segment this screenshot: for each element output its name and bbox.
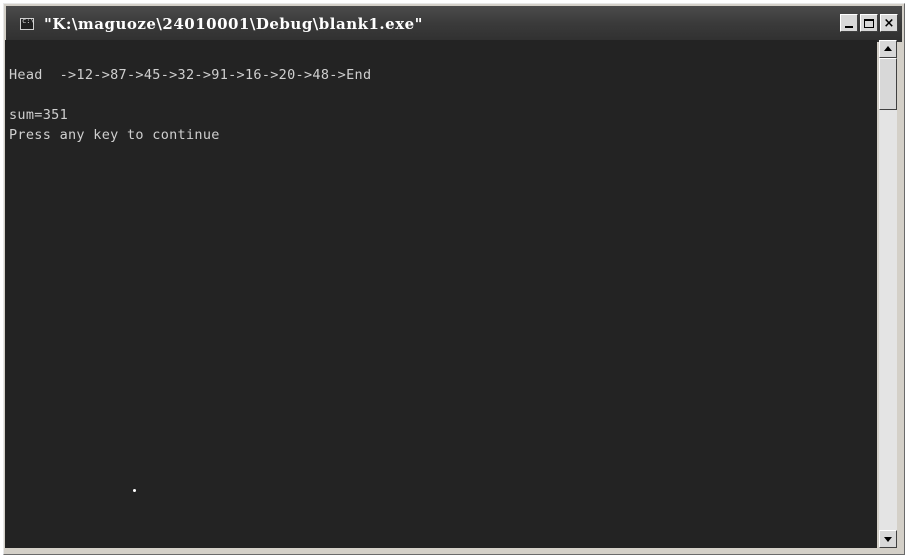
window-title: "K:\maguoze\24010001\Debug\blank1.exe" [44, 15, 423, 33]
arrow-down-icon [884, 537, 892, 542]
title-bar[interactable]: "K:\maguoze\24010001\Debug\blank1.exe" × [6, 6, 902, 42]
maximize-button[interactable] [860, 14, 878, 32]
close-button[interactable]: × [880, 14, 898, 32]
text-cursor [133, 489, 136, 492]
close-icon: × [883, 15, 895, 31]
console-icon[interactable] [20, 17, 35, 30]
minimize-icon [845, 26, 853, 28]
console-line-sum: sum=351 [9, 107, 68, 123]
minimize-button[interactable] [840, 14, 858, 32]
window-controls: × [840, 14, 898, 32]
console-output[interactable]: Head ->12->87->45->32->91->16->20->48->E… [5, 40, 877, 548]
vertical-scrollbar[interactable] [879, 40, 897, 548]
arrow-up-icon [884, 46, 892, 51]
maximize-icon [864, 18, 874, 28]
console-line-list: Head ->12->87->45->32->91->16->20->48->E… [9, 67, 372, 83]
scrollbar-thumb[interactable] [879, 58, 897, 110]
scroll-up-button[interactable] [879, 40, 897, 58]
scroll-down-button[interactable] [879, 530, 897, 548]
console-line-prompt: Press any key to continue [9, 127, 220, 143]
